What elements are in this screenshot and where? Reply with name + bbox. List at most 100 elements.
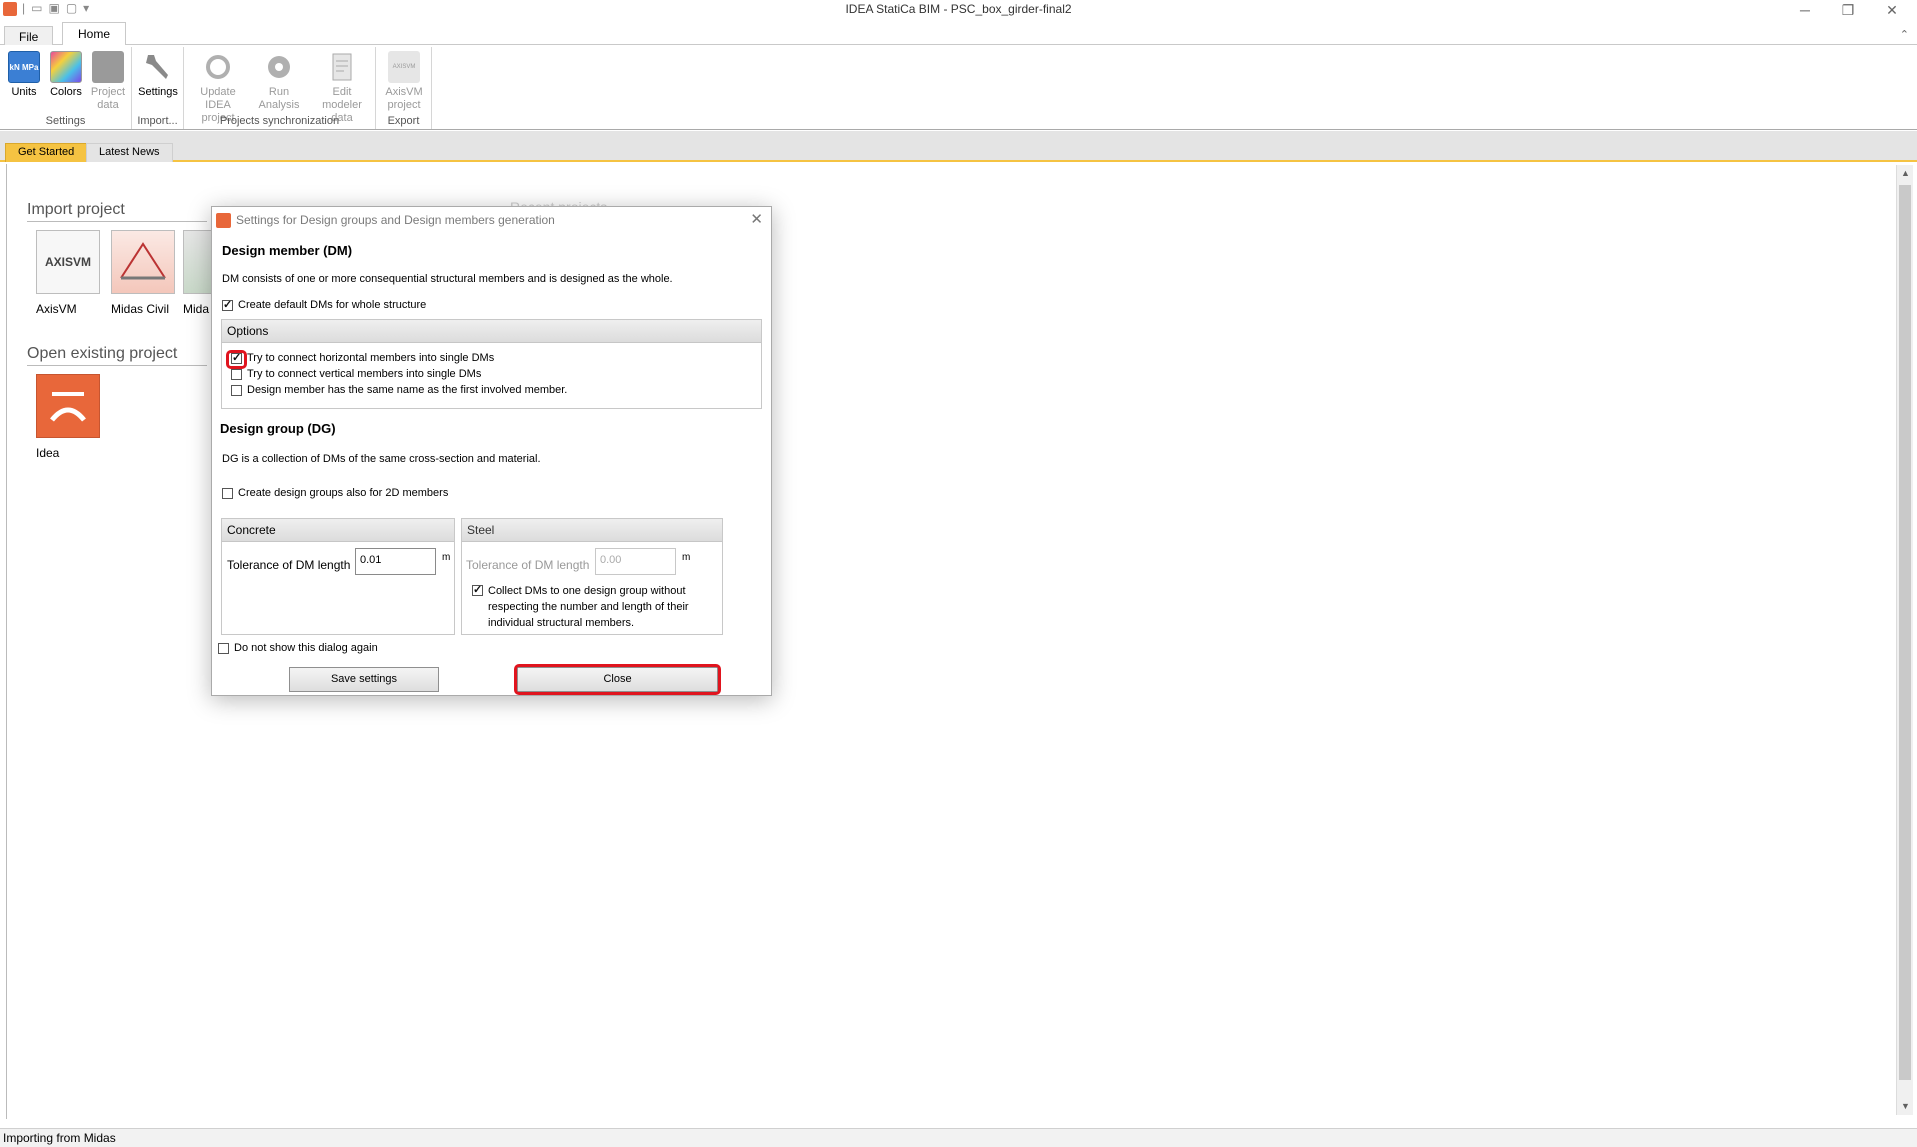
steel-group: Steel Tolerance of DM length 0.00 m Coll…	[461, 518, 723, 635]
group-label-sync: Projects synchronization	[219, 115, 340, 127]
checkbox-box[interactable]	[218, 642, 229, 654]
idea-label: Idea	[36, 446, 60, 460]
axisvm-export-icon: AXISVM	[388, 51, 420, 83]
edit-document-icon	[326, 51, 358, 83]
checkbox-box[interactable]	[231, 368, 242, 380]
camera-icon	[92, 51, 124, 83]
scroll-thumb[interactable]	[1899, 185, 1911, 1080]
divider	[27, 365, 207, 366]
checkbox-box[interactable]	[222, 298, 233, 311]
create-default-dms-label: Create default DMs for whole structure	[238, 299, 427, 311]
axisvm-project-button[interactable]: AXISVM AxisVM project	[381, 51, 427, 112]
checkbox-box[interactable]	[472, 583, 483, 596]
checkbox-box[interactable]	[231, 384, 242, 396]
open-idea-tile[interactable]: Idea	[36, 374, 100, 460]
units-icon: kN MPa	[8, 51, 40, 83]
units-label: Units	[11, 86, 37, 98]
axisvm-label: AxisVM	[36, 302, 77, 316]
tab-home[interactable]: Home	[62, 22, 127, 46]
restore-icon[interactable]: ❐	[1828, 2, 1868, 19]
design-group-description: DG is a collection of DMs of the same cr…	[222, 453, 541, 465]
group-label-settings: Settings	[45, 115, 86, 127]
steel-header: Steel	[462, 519, 722, 542]
tab-latest-news[interactable]: Latest News	[86, 143, 173, 162]
tab-file[interactable]: File	[4, 26, 54, 46]
import-axisvm-tile[interactable]: AXISVM AxisVM	[36, 230, 100, 316]
midas-gen-label: Mida	[183, 302, 210, 316]
steel-tolerance-input[interactable]: 0.00	[595, 548, 676, 575]
tab-get-started[interactable]: Get Started	[5, 143, 88, 162]
close-icon[interactable]: ✕	[750, 210, 763, 228]
ribbon-group-settings: kN MPa Units Colors Project data Setting…	[0, 47, 132, 129]
gear-icon	[263, 51, 295, 83]
midas-civil-label: Midas Civil	[111, 302, 170, 316]
units-button[interactable]: kN MPa Units	[1, 51, 47, 99]
concrete-tolerance-input[interactable]: 0.01	[355, 548, 436, 575]
concrete-tolerance-label: Tolerance of DM length	[227, 558, 351, 572]
collect-dms-checkbox[interactable]: Collect DMs to one design group without …	[472, 583, 717, 631]
connect-vertical-label: Try to connect vertical members into sin…	[247, 368, 482, 380]
ribbon-tabs: File Home ⌃	[0, 22, 1917, 46]
import-project-heading: Import project	[27, 201, 125, 218]
document-tabs: Get Started Latest News	[0, 131, 1917, 162]
connect-horizontal-checkbox[interactable]: Try to connect horizontal members into s…	[231, 351, 495, 364]
design-groups-settings-dialog: Settings for Design groups and Design me…	[211, 206, 772, 696]
divider	[27, 221, 207, 222]
connect-horizontal-label: Try to connect horizontal members into s…	[247, 352, 495, 364]
highlight-horizontal-checkbox	[226, 350, 247, 369]
open-existing-project-heading: Open existing project	[27, 345, 178, 362]
refresh-icon	[202, 51, 234, 83]
steel-tolerance-label: Tolerance of DM length	[466, 558, 590, 572]
colors-icon	[50, 51, 82, 83]
midas-gen-logo	[183, 230, 213, 294]
units-icon-label: kN MPa	[9, 62, 39, 72]
do-not-show-again-checkbox[interactable]: Do not show this dialog again	[218, 642, 378, 654]
project-data-button[interactable]: Project data	[85, 51, 131, 112]
import-midas-gen-tile[interactable]: Mida	[183, 230, 213, 316]
minimize-icon[interactable]: ─	[1785, 2, 1825, 18]
status-bar: Importing from Midas	[0, 1128, 1917, 1147]
concrete-unit: m	[442, 552, 451, 563]
status-text: Importing from Midas	[3, 1131, 116, 1145]
edit-modeler-data-button[interactable]: Edit modeler data	[312, 51, 372, 125]
axisvm-icon-label: AXISVM	[392, 63, 416, 70]
axisvm-logo-text: AXISVM	[44, 255, 91, 269]
create-dg-2d-checkbox[interactable]: Create design groups also for 2D members	[222, 487, 448, 499]
vertical-scrollbar[interactable]: ▲ ▼	[1896, 165, 1913, 1115]
run-analysis-button[interactable]: Run Analysis	[256, 51, 302, 112]
same-name-label: Design member has the same name as the f…	[247, 384, 568, 396]
design-member-description: DM consists of one or more consequential…	[222, 273, 673, 285]
update-idea-project-button[interactable]: Update IDEA project	[190, 51, 246, 125]
project-data-label: Project data	[90, 86, 126, 111]
steel-unit: m	[682, 552, 691, 563]
do-not-show-label: Do not show this dialog again	[234, 642, 378, 654]
run-analysis-label: Run Analysis	[258, 86, 300, 111]
group-label-export: Export	[387, 115, 420, 127]
checkbox-box[interactable]	[222, 487, 233, 499]
colors-label: Colors	[50, 86, 82, 98]
group-label-import: Import...	[137, 115, 178, 127]
colors-button[interactable]: Colors	[43, 51, 89, 99]
midas-civil-logo	[111, 230, 175, 294]
wrench-icon	[142, 51, 174, 83]
close-window-icon[interactable]: ✕	[1872, 2, 1912, 19]
design-group-heading: Design group (DG)	[220, 421, 336, 436]
axisvm-logo: AXISVM	[36, 230, 100, 294]
save-settings-button[interactable]: Save settings	[289, 667, 439, 692]
highlight-close-button	[514, 664, 721, 695]
options-header: Options	[222, 320, 761, 343]
scroll-down-icon[interactable]: ▼	[1897, 1098, 1914, 1115]
options-group: Options Try to connect horizontal member…	[221, 319, 762, 409]
ribbon: kN MPa Units Colors Project data Setting…	[0, 45, 1917, 130]
window-title: IDEA StatiCa BIM - PSC_box_girder-final2	[845, 2, 1072, 16]
settings-button[interactable]: Settings	[135, 51, 181, 99]
import-midas-civil-tile[interactable]: Midas Civil	[111, 230, 175, 316]
create-default-dms-checkbox[interactable]: Create default DMs for whole structure	[222, 298, 427, 311]
same-name-checkbox[interactable]: Design member has the same name as the f…	[231, 384, 567, 396]
connect-vertical-checkbox[interactable]: Try to connect vertical members into sin…	[231, 368, 481, 380]
settings-label: Settings	[138, 86, 178, 98]
axisvm-project-label: AxisVM project	[385, 86, 423, 111]
create-dg-2d-label: Create design groups also for 2D members	[238, 487, 449, 499]
collapse-ribbon-icon[interactable]: ⌃	[1900, 28, 1909, 41]
scroll-up-icon[interactable]: ▲	[1897, 165, 1914, 182]
